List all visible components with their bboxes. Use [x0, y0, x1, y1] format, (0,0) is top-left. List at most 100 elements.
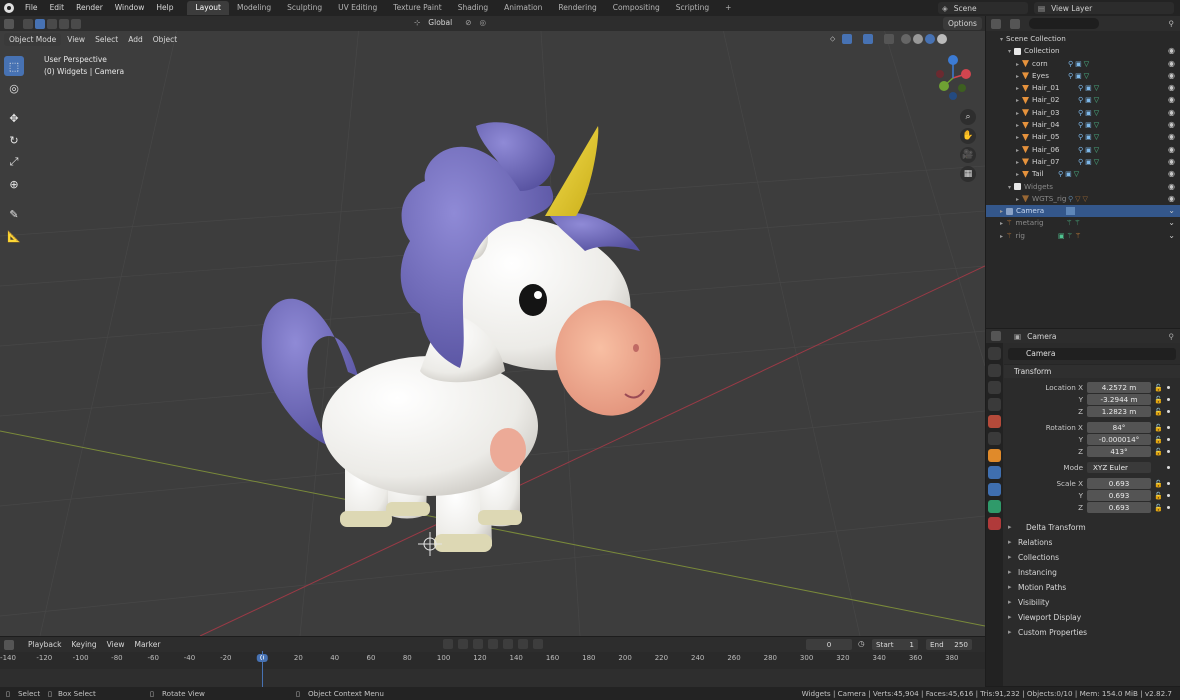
list-item[interactable]: ▸ Hair_03 ⚲▣▽ ◉	[986, 107, 1180, 119]
list-item[interactable]: ▸ Eyes ⚲▣▽ ◉	[986, 70, 1180, 82]
blender-logo-icon[interactable]	[4, 3, 14, 13]
menu-render[interactable]: Render	[70, 0, 109, 16]
menu-playback[interactable]: Playback	[23, 640, 66, 649]
eye-icon[interactable]: ◉	[1168, 82, 1175, 94]
eye-icon[interactable]: ◉	[1168, 193, 1175, 205]
eye-icon[interactable]: ◉	[1168, 107, 1175, 119]
motion-paths-panel[interactable]: Motion Paths	[1004, 580, 1180, 595]
properties-type-icon[interactable]	[991, 331, 1001, 341]
lock-icon[interactable]: 🔓	[1154, 502, 1163, 514]
list-item[interactable]: ▸ Camera ⌄	[986, 205, 1180, 218]
menu-object[interactable]: Object	[148, 35, 182, 44]
list-item[interactable]: ▾ Widgets ◉	[986, 181, 1180, 193]
world-tab-icon[interactable]	[988, 432, 1001, 445]
select-mode-icon[interactable]	[71, 18, 81, 29]
tab-texture-paint[interactable]: Texture Paint	[385, 1, 449, 15]
output-tab-icon[interactable]	[988, 381, 1001, 394]
menu-marker[interactable]: Marker	[129, 640, 165, 649]
checkbox-icon[interactable]	[1014, 183, 1021, 191]
rotation-y-field[interactable]: -0.000014°	[1087, 434, 1151, 445]
lock-icon[interactable]: 🔓	[1154, 422, 1163, 434]
menu-view[interactable]: View	[102, 640, 130, 649]
rendered-shading-icon[interactable]	[937, 34, 948, 44]
timeline-ruler[interactable]: -140-120-100-80-60-40-200204060801001201…	[0, 654, 985, 668]
options-button[interactable]: Options	[943, 17, 982, 30]
measure-tool-icon[interactable]: 📐	[4, 226, 24, 246]
object-name-field[interactable]: Camera	[1008, 348, 1176, 360]
add-workspace-button[interactable]: +	[717, 1, 739, 15]
tab-sculpting[interactable]: Sculpting	[279, 1, 330, 15]
end-frame-field[interactable]: End 250	[926, 639, 972, 650]
prev-keyframe-icon[interactable]	[473, 639, 483, 649]
current-frame-field[interactable]: 0	[806, 639, 852, 650]
menu-keying[interactable]: Keying	[66, 640, 101, 649]
list-item[interactable]: ▸ WGTS_rig ⚲▽▽ ◉	[986, 193, 1180, 205]
jump-start-icon[interactable]	[458, 639, 468, 649]
keyframe-dot-icon[interactable]	[1167, 482, 1170, 485]
location-z-field[interactable]: 1.2823 m	[1087, 406, 1151, 417]
rotation-mode-dropdown[interactable]: XYZ Euler	[1087, 462, 1151, 473]
scale-x-field[interactable]: 0.693	[1087, 478, 1151, 489]
eye-icon[interactable]: ◉	[1168, 131, 1175, 143]
keyframe-dot-icon[interactable]	[1167, 494, 1170, 497]
solid-shading-icon[interactable]	[913, 34, 924, 44]
keyframe-dot-icon[interactable]	[1167, 466, 1170, 469]
scale-tool-icon[interactable]: ⤢	[4, 152, 24, 172]
list-item[interactable]: ▸ Hair_06 ⚲▣▽ ◉	[986, 144, 1180, 156]
view-layer-selector[interactable]: ▤ View Layer	[1034, 2, 1174, 14]
select-mode-icon[interactable]	[35, 18, 45, 29]
scene-selector[interactable]: ◈ Scene	[938, 2, 1028, 14]
camera-view-icon[interactable]: 🎥	[960, 147, 976, 163]
list-item[interactable]: ▸ corn ⚲▣▽ ◉	[986, 58, 1180, 70]
list-item[interactable]: ▸ Hair_01 ⚲▣▽ ◉	[986, 82, 1180, 94]
navigation-gizmo[interactable]	[936, 55, 971, 100]
jump-end-icon[interactable]	[533, 639, 543, 649]
lock-icon[interactable]: 🔓	[1154, 382, 1163, 394]
eye-icon[interactable]: ◉	[1168, 70, 1175, 82]
proportional-edit-icon[interactable]: ◎	[480, 18, 487, 27]
chevron-down-icon[interactable]: ⌄	[1168, 230, 1175, 242]
wireframe-shading-icon[interactable]	[901, 34, 912, 44]
select-mode-icon[interactable]	[59, 18, 69, 29]
select-mode-icon[interactable]	[23, 18, 33, 29]
scale-z-field[interactable]: 0.693	[1087, 502, 1151, 513]
chevron-down-icon[interactable]: ⌄	[1168, 217, 1175, 229]
lock-icon[interactable]: 🔓	[1154, 446, 1163, 458]
zoom-icon[interactable]: ⌕	[960, 109, 976, 125]
instancing-panel[interactable]: Instancing	[1004, 565, 1180, 580]
keyframe-dot-icon[interactable]	[1167, 426, 1170, 429]
record-icon[interactable]	[443, 639, 453, 649]
object-tab-icon[interactable]	[988, 449, 1001, 462]
list-item[interactable]: ▸ Hair_04 ⚲▣▽ ◉	[986, 119, 1180, 131]
lock-icon[interactable]: 🔓	[1154, 434, 1163, 446]
lock-icon[interactable]: 🔓	[1154, 490, 1163, 502]
select-box-tool-icon[interactable]: ⬚	[4, 56, 24, 76]
gizmo-toggle-icon[interactable]	[842, 34, 853, 44]
keyframe-dot-icon[interactable]	[1167, 438, 1170, 441]
menu-edit[interactable]: Edit	[44, 0, 71, 16]
list-item[interactable]: ▾ Collection ◉	[986, 45, 1180, 57]
ortho-toggle-icon[interactable]: ▦	[960, 166, 976, 182]
eye-icon[interactable]: ◉	[1168, 144, 1175, 156]
delta-transform-subpanel[interactable]: Delta Transform	[1004, 520, 1180, 535]
timeline-track[interactable]	[0, 669, 985, 687]
custom-properties-panel[interactable]: Custom Properties	[1004, 625, 1180, 640]
lock-icon[interactable]: 🔓	[1154, 478, 1163, 490]
relations-panel[interactable]: Relations	[1004, 535, 1180, 550]
eye-icon[interactable]: ◉	[1168, 181, 1175, 193]
transform-panel-header[interactable]: Transform	[1004, 364, 1180, 378]
constraint-tab-icon[interactable]	[988, 483, 1001, 496]
list-item[interactable]: ▸ Hair_05 ⚲▣▽ ◉	[986, 131, 1180, 143]
viewport-display-panel[interactable]: Viewport Display	[1004, 610, 1180, 625]
transform-orientation[interactable]: ⊹ Global ⊘ ◎	[414, 18, 486, 27]
render-tab-icon[interactable]	[988, 364, 1001, 377]
location-x-field[interactable]: 4.2572 m	[1087, 382, 1151, 393]
play-reverse-icon[interactable]	[488, 639, 498, 649]
list-item[interactable]: ▸ ⚚ metarig ⚚⚚ ⌄	[986, 217, 1180, 229]
tab-uv-editing[interactable]: UV Editing	[330, 1, 385, 15]
scene-tab-icon[interactable]	[988, 415, 1001, 428]
eye-icon[interactable]: ◉	[1168, 168, 1175, 180]
modifier-tab-icon[interactable]	[988, 466, 1001, 479]
tab-compositing[interactable]: Compositing	[605, 1, 668, 15]
menu-add[interactable]: Add	[123, 35, 148, 44]
